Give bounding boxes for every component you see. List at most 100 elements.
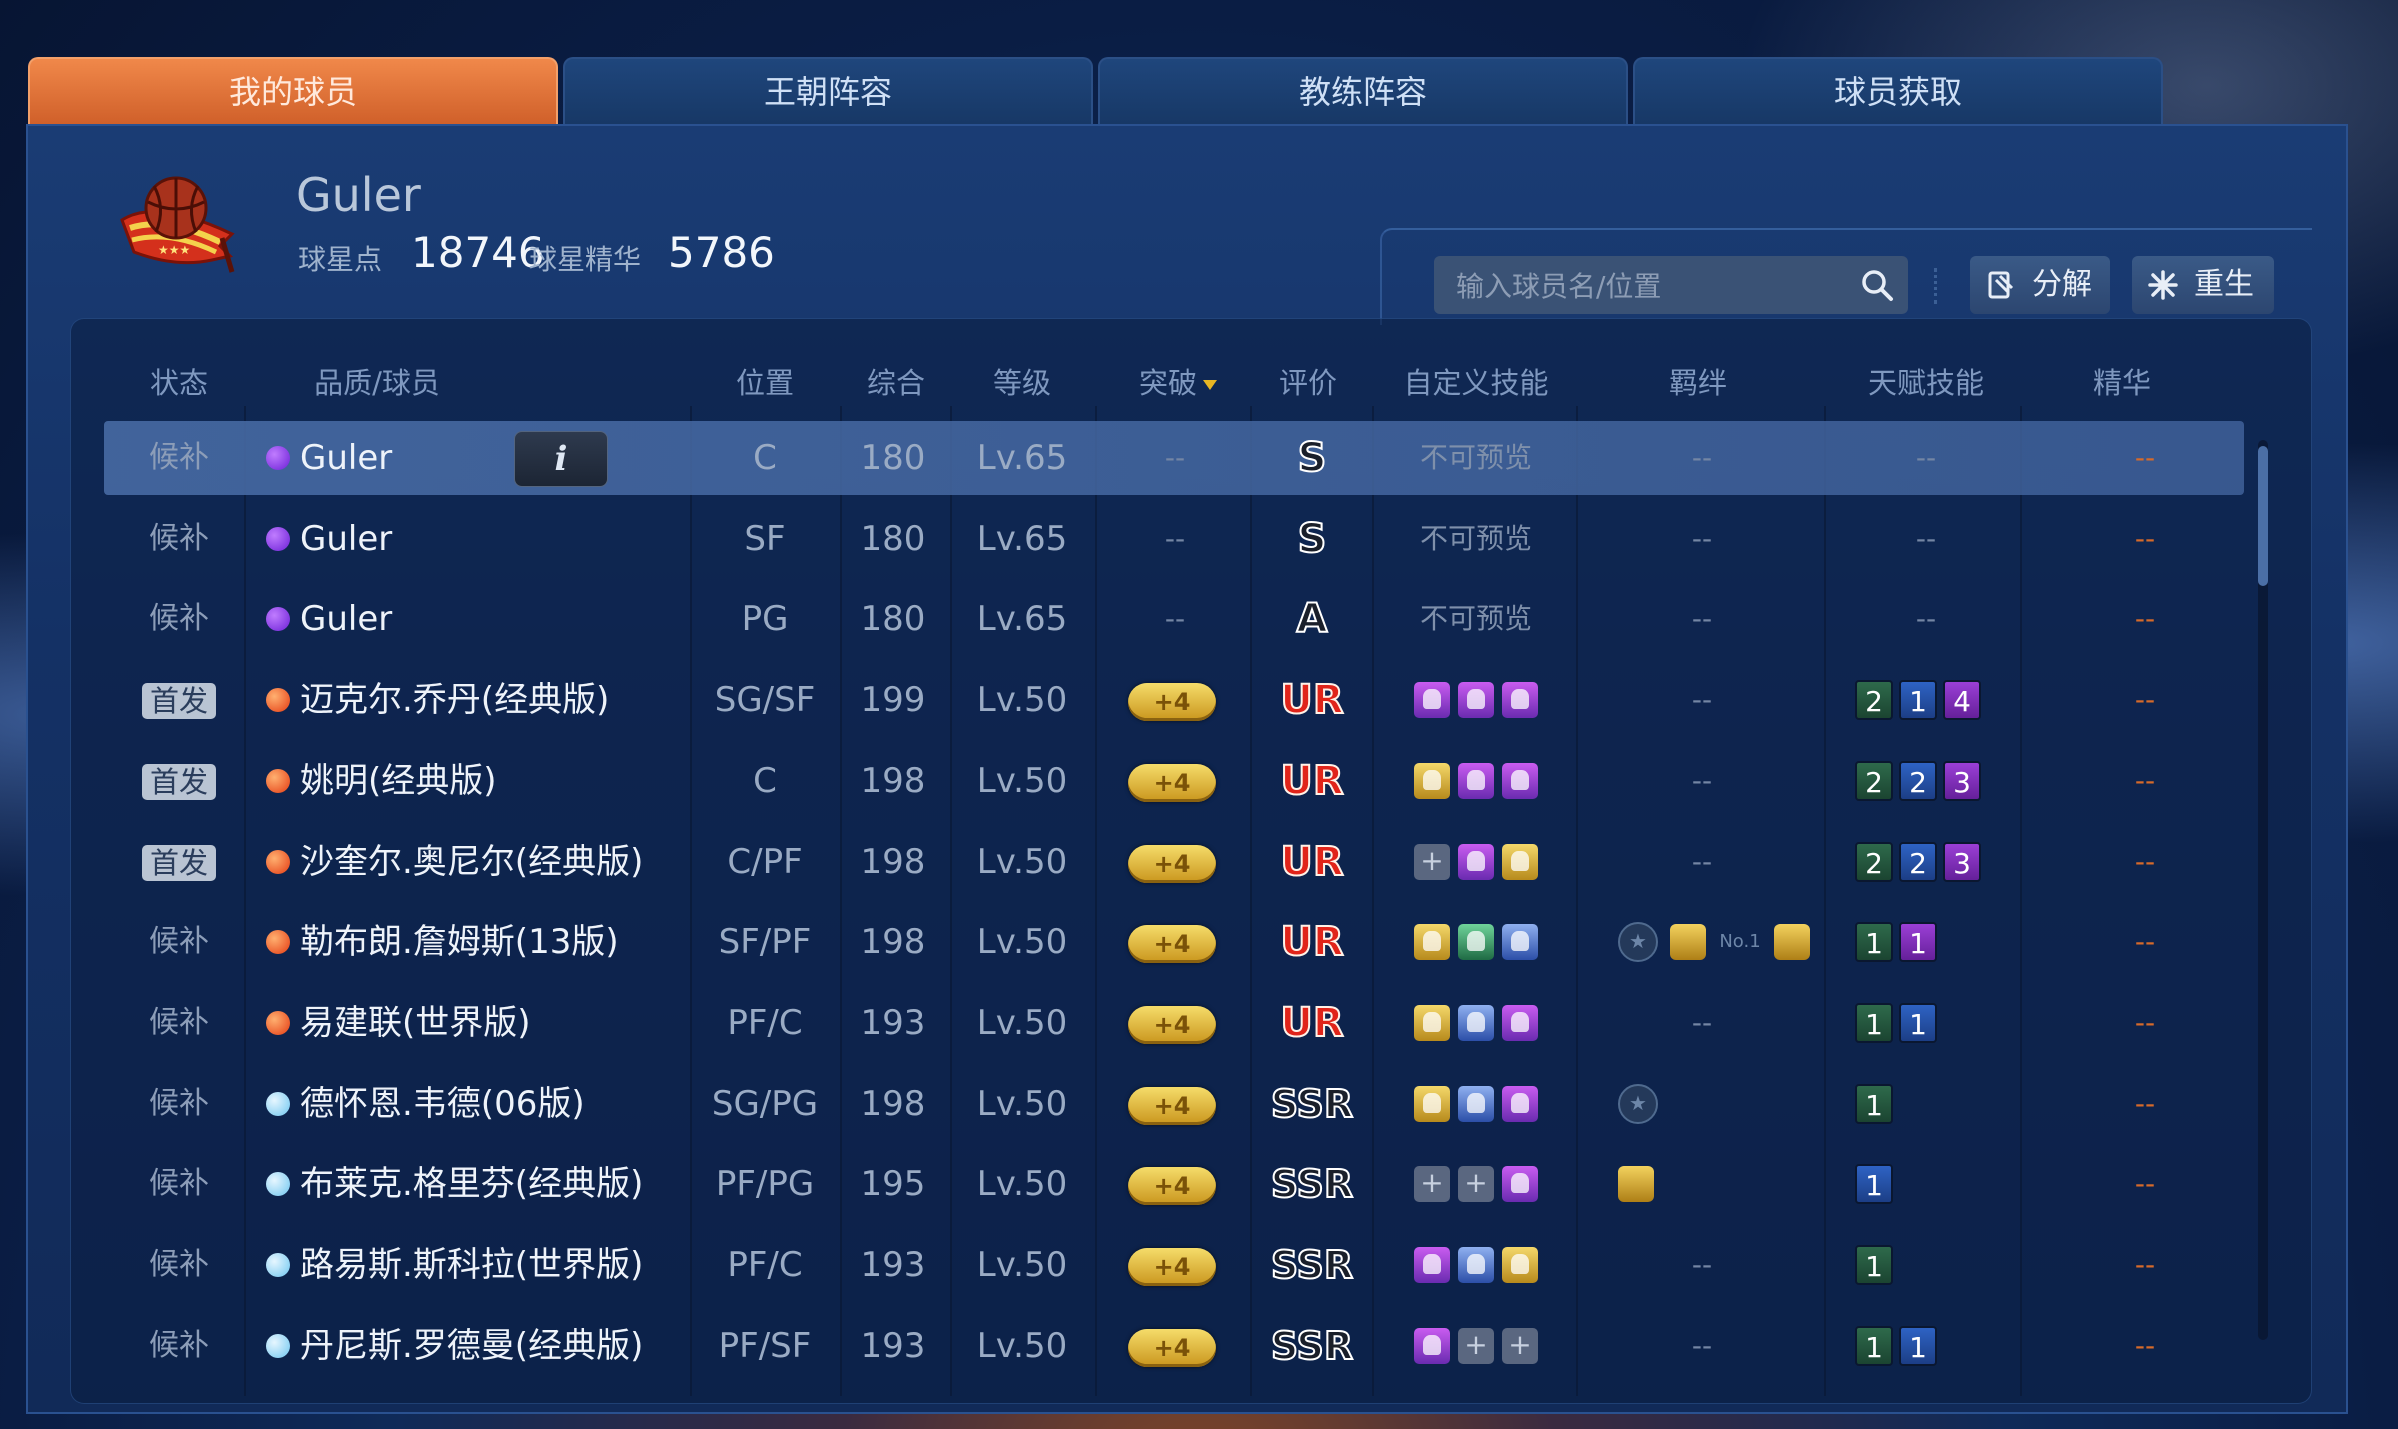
skill-icon[interactable]	[1502, 1246, 1538, 1283]
position-cell: SF/PF	[718, 922, 812, 962]
empty-skill-slot-icon[interactable]: +	[1414, 1165, 1450, 1202]
custom-skills-cell: +	[1410, 825, 1542, 899]
scrollbar-thumb[interactable]	[2258, 446, 2268, 586]
skill-icon[interactable]	[1414, 1246, 1450, 1283]
position-cell: SF	[744, 519, 786, 559]
talents-cell: 1	[1852, 1228, 1896, 1302]
talent-level-badge: 1	[1899, 1325, 1937, 1366]
skill-icon[interactable]	[1458, 762, 1494, 799]
rating-badge: SSR	[1270, 1081, 1354, 1127]
table-row[interactable]: 候补 Guler i C 180 Lv.65 -- S 不可预览 -- -- --	[104, 421, 2244, 495]
player-name-cell: Guler	[300, 519, 393, 559]
breakthrough-cell: +4	[1128, 744, 1216, 818]
rating-badge: SSR	[1270, 1242, 1354, 1288]
player-name-cell: 沙奎尔.奥尼尔(经典版)	[300, 842, 644, 882]
skill-icon[interactable]	[1502, 681, 1538, 718]
table-row[interactable]: 候补 易建联(世界版) PF/C 193 Lv.50 +4 UR -- 1 1 --	[104, 986, 2244, 1060]
skill-icon[interactable]	[1458, 1246, 1494, 1283]
skill-icon[interactable]	[1458, 923, 1494, 960]
table-row[interactable]: 候补 Guler SF 180 Lv.65 -- S 不可预览 -- -- --	[104, 502, 2244, 576]
level-cell: Lv.65	[976, 438, 1068, 478]
overall-cell: 180	[860, 438, 926, 478]
essence-cell: --	[2134, 522, 2156, 555]
rating-badge: UR	[1279, 999, 1344, 1047]
skill-icon[interactable]	[1502, 762, 1538, 799]
level-cell: Lv.50	[976, 1164, 1068, 1204]
overall-cell: 198	[860, 842, 926, 882]
skill-icon[interactable]	[1458, 681, 1494, 718]
status-cell: 候补	[149, 924, 209, 959]
empty-skill-slot-icon[interactable]: +	[1502, 1327, 1538, 1364]
player-cell: 丹尼斯.罗德曼(经典版)	[266, 1309, 643, 1383]
tab-dynasty-lineup[interactable]: 王朝阵容	[563, 57, 1093, 124]
skill-icon[interactable]	[1502, 1165, 1538, 1202]
skill-icon[interactable]	[1458, 843, 1494, 880]
overall-cell: 198	[860, 922, 926, 962]
level-cell: Lv.50	[976, 1326, 1068, 1366]
search-input[interactable]	[1454, 256, 1838, 316]
tab-my-players[interactable]: 我的球员	[28, 57, 558, 124]
tab-player-acquire[interactable]: 球员获取	[1633, 57, 2163, 124]
reborn-button[interactable]: 重生	[2132, 256, 2274, 314]
decompose-button[interactable]: 分解	[1970, 256, 2110, 314]
skill-icon[interactable]	[1502, 1085, 1538, 1122]
custom-skills-cell: + +	[1410, 1147, 1542, 1221]
level-cell: Lv.50	[976, 922, 1068, 962]
table-row[interactable]: 候补 Guler PG 180 Lv.65 -- A 不可预览 -- -- --	[104, 582, 2244, 656]
quality-red-icon	[266, 849, 290, 874]
col-status: 状态	[149, 366, 209, 400]
talent-level-badge: 2	[1899, 760, 1937, 801]
skill-icon[interactable]	[1458, 1085, 1494, 1122]
col-overall: 综合	[866, 366, 926, 400]
skill-icon[interactable]	[1414, 1085, 1450, 1122]
breakthrough-badge: +4	[1128, 1247, 1216, 1286]
skill-icon[interactable]	[1414, 681, 1450, 718]
position-cell: C	[753, 761, 777, 801]
col-bonds: 羁绊	[1668, 366, 1728, 400]
table-row[interactable]: 候补 德怀恩.韦德(06版) SG/PG 198 Lv.50 +4 SSR 1 --	[104, 1067, 2244, 1141]
breakthrough-cell: +4	[1128, 986, 1216, 1060]
table-row[interactable]: 首发 沙奎尔.奥尼尔(经典版) C/PF 198 Lv.50 +4 UR + -- 2 2 3 --	[104, 825, 2244, 899]
search-icon[interactable]	[1860, 268, 1894, 302]
table-row[interactable]: 首发 姚明(经典版) C 198 Lv.50 +4 UR -- 2 2 3 --	[104, 744, 2244, 818]
breakthrough-cell: +4	[1128, 1147, 1216, 1221]
table-row[interactable]: 候补 勒布朗.詹姆斯(13版) SF/PF 198 Lv.50 +4 UR No.1 11 --	[104, 905, 2244, 979]
table-row[interactable]: 候补 布莱克.格里芬(经典版) PF/PG 195 Lv.50 +4 SSR + +1 --	[104, 1147, 2244, 1221]
player-cell: Guler	[266, 582, 392, 656]
player-name-cell: Guler	[300, 599, 393, 639]
skill-icon[interactable]	[1502, 843, 1538, 880]
empty-skill-slot-icon[interactable]: +	[1458, 1165, 1494, 1202]
skill-icon[interactable]	[1502, 923, 1538, 960]
player-info-button[interactable]: i	[514, 431, 608, 487]
bonds-cell: --	[1691, 1248, 1713, 1281]
col-breakthrough[interactable]: 突破	[1139, 360, 1218, 402]
overall-cell: 198	[860, 1084, 926, 1124]
player-cell: 路易斯.斯科拉(世界版)	[266, 1228, 643, 1302]
position-cell: SG/PG	[711, 1084, 819, 1124]
skill-icon[interactable]	[1458, 1004, 1494, 1041]
bonds-cell: --	[1691, 845, 1713, 878]
tab-coach-lineup[interactable]: 教练阵容	[1098, 57, 1628, 124]
rating-cell: A	[1296, 582, 1329, 656]
status-cell: 候补	[149, 521, 209, 556]
table-row[interactable]: 首发 迈克尔.乔丹(经典版) SG/SF 199 Lv.50 +4 UR -- 2 1 4 --	[104, 663, 2244, 737]
skill-icon[interactable]	[1414, 1004, 1450, 1041]
essence-cell: --	[2134, 764, 2156, 797]
empty-skill-slot-icon[interactable]: +	[1414, 843, 1450, 880]
star-points-value: 18746	[411, 228, 545, 277]
skill-icon[interactable]	[1414, 923, 1450, 960]
empty-skill-slot-icon[interactable]: +	[1458, 1327, 1494, 1364]
rating-cell: S	[1297, 421, 1328, 495]
skill-icon[interactable]	[1414, 762, 1450, 799]
col-essence: 精华	[2092, 366, 2152, 400]
table-row[interactable]: 候补 路易斯.斯科拉(世界版) PF/C 193 Lv.50 +4 SSR -- 1 --	[104, 1228, 2244, 1302]
quality-red-icon	[266, 929, 290, 954]
skill-icon[interactable]	[1502, 1004, 1538, 1041]
position-cell: PF/SF	[718, 1326, 812, 1366]
talent-level-badge: 1	[1855, 1325, 1893, 1366]
skill-icon[interactable]	[1414, 1327, 1450, 1364]
table-row[interactable]: 候补 丹尼斯.罗德曼(经典版) PF/SF 193 Lv.50 +4 SSR + + -- 1 1 --	[104, 1309, 2244, 1383]
quality-red-icon	[266, 1010, 290, 1035]
no1-bond-icon: No.1	[1719, 930, 1761, 952]
reborn-icon	[2148, 270, 2178, 300]
